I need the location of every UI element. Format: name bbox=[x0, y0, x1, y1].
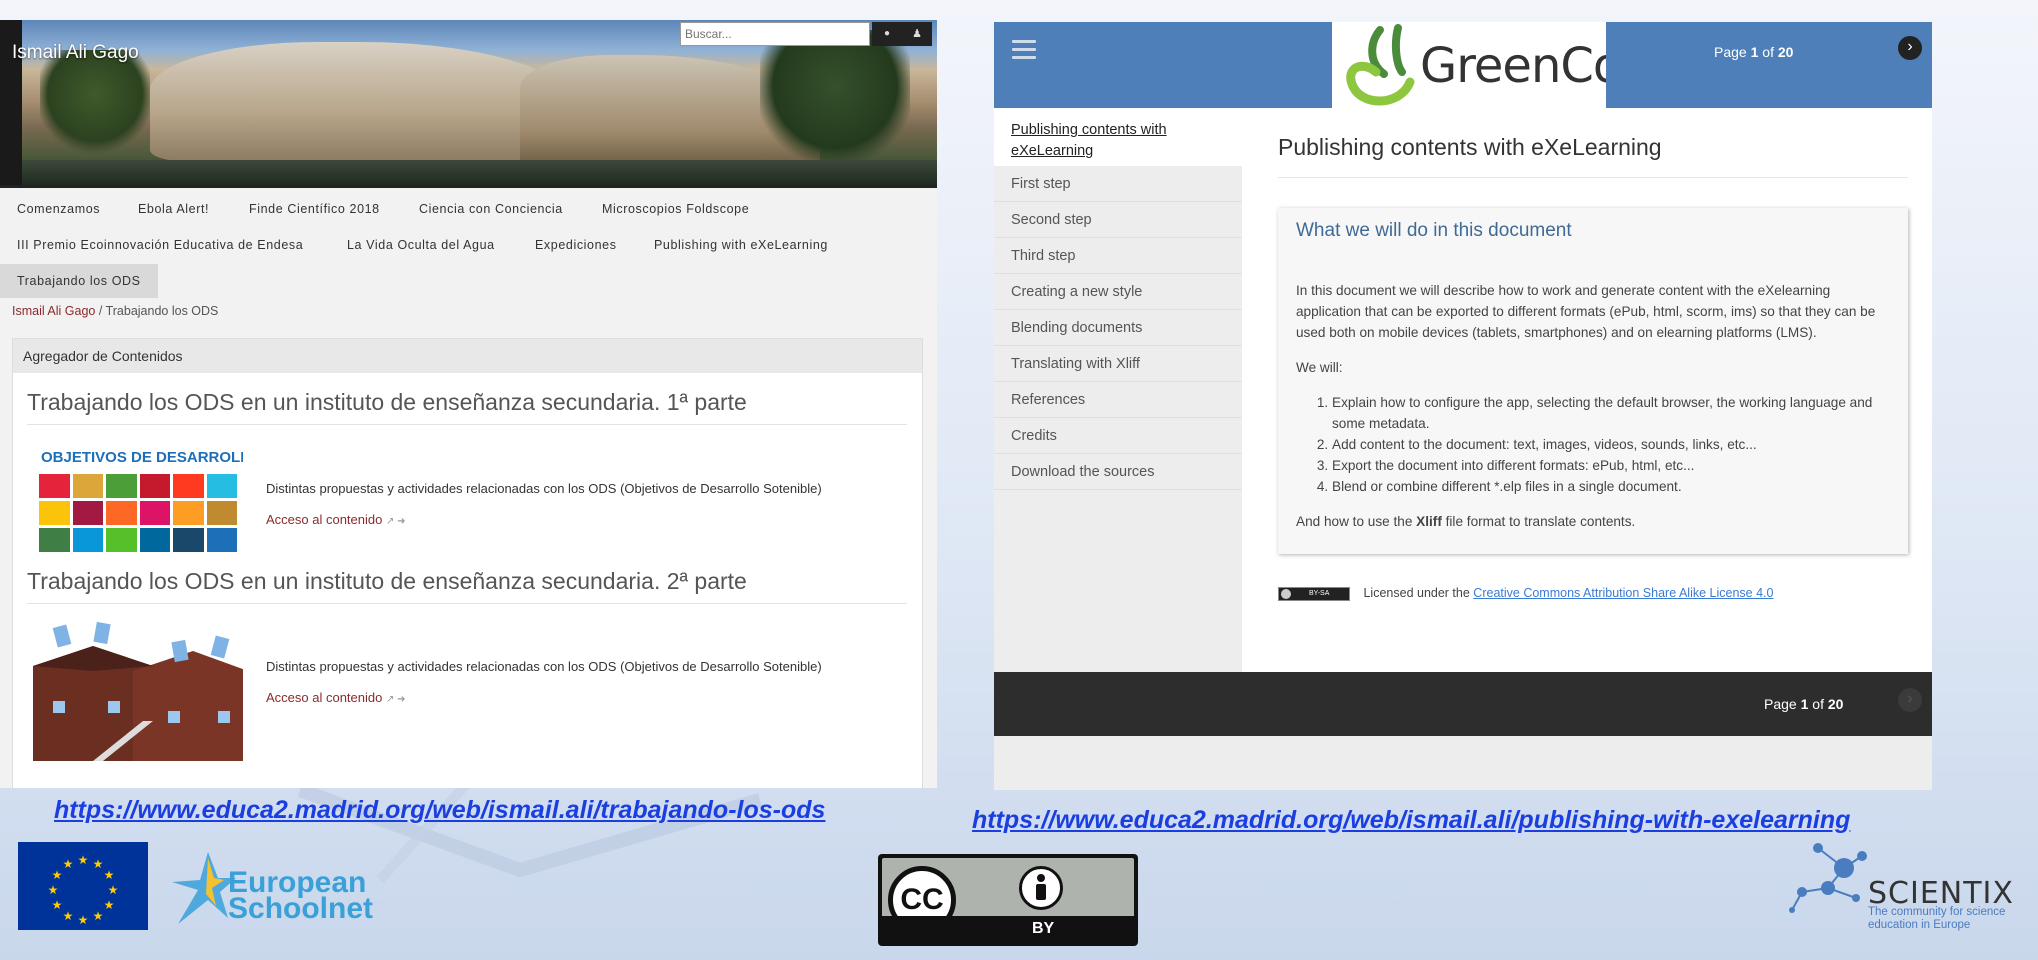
nav-item-publishing[interactable]: Publishing with eXeLearning bbox=[637, 228, 845, 262]
eu-stars-icon: ★ ★★★ ★★★★ ★★★★ bbox=[48, 853, 119, 927]
nav-item-comenzamos[interactable]: Comenzamos bbox=[0, 192, 117, 226]
entry-title-2[interactable]: Trabajando los ODS en un instituto de en… bbox=[27, 568, 907, 604]
cc-by-sa-badge-icon[interactable]: BY-SA bbox=[1278, 586, 1350, 601]
toc-item-download[interactable]: Download the sources bbox=[994, 454, 1242, 490]
svg-text:★: ★ bbox=[48, 883, 59, 897]
cc-by-license-badge: CC BY bbox=[878, 854, 1138, 946]
toc-item-blending[interactable]: Blending documents bbox=[994, 310, 1242, 346]
toc-item-references[interactable]: References bbox=[994, 382, 1242, 418]
svg-text:★: ★ bbox=[63, 909, 74, 923]
nav-item-foldscope[interactable]: Microscopios Foldscope bbox=[585, 192, 766, 226]
nav-item-expediciones[interactable]: Expediciones bbox=[518, 228, 634, 262]
external-link-icon: ↗ ➜ bbox=[385, 516, 406, 527]
svg-text:★: ★ bbox=[63, 857, 74, 871]
toc-item-current[interactable]: Publishing contents with eXeLearning bbox=[994, 108, 1242, 166]
license-line: BY-SA Licensed under the Creative Common… bbox=[1278, 586, 1773, 601]
svg-text:★: ★ bbox=[52, 898, 63, 912]
next-page-icon[interactable]: › bbox=[1898, 36, 1922, 60]
breadcrumb-home[interactable]: Ismail Ali Gago bbox=[12, 304, 95, 318]
entry-image-2[interactable] bbox=[33, 621, 248, 761]
main-navigation: Comenzamos Ebola Alert! Finde Científico… bbox=[0, 185, 937, 301]
breadcrumb-separator: / bbox=[98, 304, 103, 318]
search-icon[interactable]: ● bbox=[872, 22, 902, 46]
idevice-body: In this document we will describe how to… bbox=[1296, 280, 1896, 546]
list-item: Explain how to configure the app, select… bbox=[1332, 392, 1896, 434]
nav-item-ciencia[interactable]: Ciencia con Conciencia bbox=[402, 192, 580, 226]
breadcrumb-current: Trabajando los ODS bbox=[105, 304, 219, 318]
content-aggregator: Agregador de Contenidos Trabajando los O… bbox=[12, 338, 923, 788]
idevice-box: What we will do in this document In this… bbox=[1278, 208, 1908, 554]
toc-item-first-step[interactable]: First step bbox=[994, 166, 1242, 202]
svg-text:★: ★ bbox=[104, 898, 115, 912]
svg-text:★: ★ bbox=[78, 853, 89, 867]
nav-item-ods[interactable]: Trabajando los ODS bbox=[0, 264, 158, 298]
we-will-label: We will: bbox=[1296, 360, 1343, 375]
greenco-leaf-icon bbox=[1346, 24, 1415, 106]
entry-description-1: Distintas propuestas y actividades relac… bbox=[266, 481, 822, 496]
sdg-icons-grid bbox=[33, 470, 243, 556]
esn-line-2: Schoolnet bbox=[228, 892, 374, 925]
site-title[interactable]: Ismail Ali Gago bbox=[12, 42, 139, 64]
houses-illustration bbox=[33, 621, 248, 761]
svg-text:★: ★ bbox=[78, 913, 89, 927]
right-exelearning-screenshot: GreenCo Page 1 of 20 › Publishing conten… bbox=[994, 22, 1932, 790]
main-content: Publishing contents with eXeLearning Wha… bbox=[1242, 108, 1932, 672]
idevice-title: What we will do in this document bbox=[1296, 220, 1572, 241]
breadcrumb: Ismail Ali Gago / Trabajando los ODS bbox=[12, 304, 218, 318]
attribution-person-icon bbox=[1019, 866, 1063, 910]
toc-item-second-step[interactable]: Second step bbox=[994, 202, 1242, 238]
page-header: GreenCo Page 1 of 20 › bbox=[994, 22, 1932, 108]
page-footer: Page 1 of 20 › bbox=[994, 672, 1932, 736]
svg-text:★: ★ bbox=[108, 883, 119, 897]
svg-text:★: ★ bbox=[52, 868, 63, 882]
nav-item-finde[interactable]: Finde Científico 2018 bbox=[232, 192, 397, 226]
svg-text:★: ★ bbox=[104, 868, 115, 882]
nav-item-premio[interactable]: III Premio Ecoinnovación Educativa de En… bbox=[0, 228, 320, 262]
next-page-icon[interactable]: › bbox=[1898, 688, 1922, 712]
toc-item-credits[interactable]: Credits bbox=[994, 418, 1242, 454]
nav-item-ebola[interactable]: Ebola Alert! bbox=[121, 192, 226, 226]
greenco-logo: GreenCo bbox=[1332, 22, 1606, 108]
entry-title-1[interactable]: Trabajando los ODS en un instituto de en… bbox=[27, 389, 907, 425]
scientix-tagline: The community for science education in E… bbox=[1868, 906, 2006, 931]
url-link-trabajando-ods[interactable]: https://www.educa2.madrid.org/web/ismail… bbox=[54, 796, 825, 825]
hamburger-menu-icon[interactable] bbox=[1012, 40, 1036, 60]
toc-item-new-style[interactable]: Creating a new style bbox=[994, 274, 1242, 310]
list-item: Blend or combine different *.elp files i… bbox=[1332, 476, 1896, 497]
nav-item-vida-oculta[interactable]: La Vida Oculta del Agua bbox=[330, 228, 512, 262]
page-counter-bottom: Page 1 of 20 bbox=[1764, 696, 1844, 712]
external-link-icon: ↗ ➜ bbox=[385, 694, 406, 705]
by-label: BY bbox=[882, 916, 1134, 942]
svg-text:★: ★ bbox=[93, 857, 104, 871]
page-counter-top: Page 1 of 20 bbox=[1714, 44, 1794, 60]
greenco-logo-text: GreenCo bbox=[1420, 38, 1606, 94]
svg-text:★: ★ bbox=[93, 909, 104, 923]
toc-item-xliff[interactable]: Translating with Xliff bbox=[994, 346, 1242, 382]
portlet-title: Agregador de Contenidos bbox=[13, 339, 922, 373]
list-item: Add content to the document: text, image… bbox=[1332, 434, 1896, 455]
list-item: Export the document into different forma… bbox=[1332, 455, 1896, 476]
entry-image-1[interactable]: OBJETIVOS DE DESARROLLO SOSTENIBLE bbox=[33, 445, 243, 555]
outro-paragraph: And how to use the Xliff file format to … bbox=[1296, 514, 1636, 529]
scientix-molecule-icon bbox=[1789, 843, 1867, 913]
url-link-publishing-exelearning[interactable]: https://www.educa2.madrid.org/web/ismail… bbox=[972, 806, 1850, 835]
sdg-logo-text: OBJETIVOS DE DESARROLLO SOSTENIBLE bbox=[41, 449, 243, 466]
header-banner: Ismail Ali Gago ● ♟ bbox=[0, 20, 937, 185]
page-title: Publishing contents with eXeLearning bbox=[1278, 134, 1908, 178]
steps-list: Explain how to configure the app, select… bbox=[1332, 392, 1896, 497]
license-link[interactable]: Creative Commons Attribution Share Alike… bbox=[1473, 586, 1773, 600]
intro-paragraph: In this document we will describe how to… bbox=[1296, 283, 1876, 340]
license-prefix: Licensed under the bbox=[1363, 586, 1474, 600]
search-input[interactable] bbox=[680, 22, 870, 46]
user-icon[interactable]: ♟ bbox=[902, 22, 932, 46]
toc-item-third-step[interactable]: Third step bbox=[994, 238, 1242, 274]
entry-link-2[interactable]: Acceso al contenido ↗ ➜ bbox=[266, 690, 406, 705]
entry-description-2: Distintas propuestas y actividades relac… bbox=[266, 659, 822, 674]
eu-flag-logo: ★ ★ ★ ★ ★ ★ ★ ★ ★ ★ ★ ★ bbox=[18, 842, 148, 930]
european-schoolnet-logo: European Schoolnet bbox=[168, 848, 398, 928]
toc-sidebar: Publishing contents with eXeLearning Fir… bbox=[994, 108, 1242, 672]
scientix-logo: SCIENTIX The community for science educa… bbox=[1786, 838, 2016, 938]
entry-link-1[interactable]: Acceso al contenido ↗ ➜ bbox=[266, 512, 406, 527]
left-website-screenshot: Ismail Ali Gago ● ♟ Comenzamos Ebola Ale… bbox=[0, 20, 937, 788]
